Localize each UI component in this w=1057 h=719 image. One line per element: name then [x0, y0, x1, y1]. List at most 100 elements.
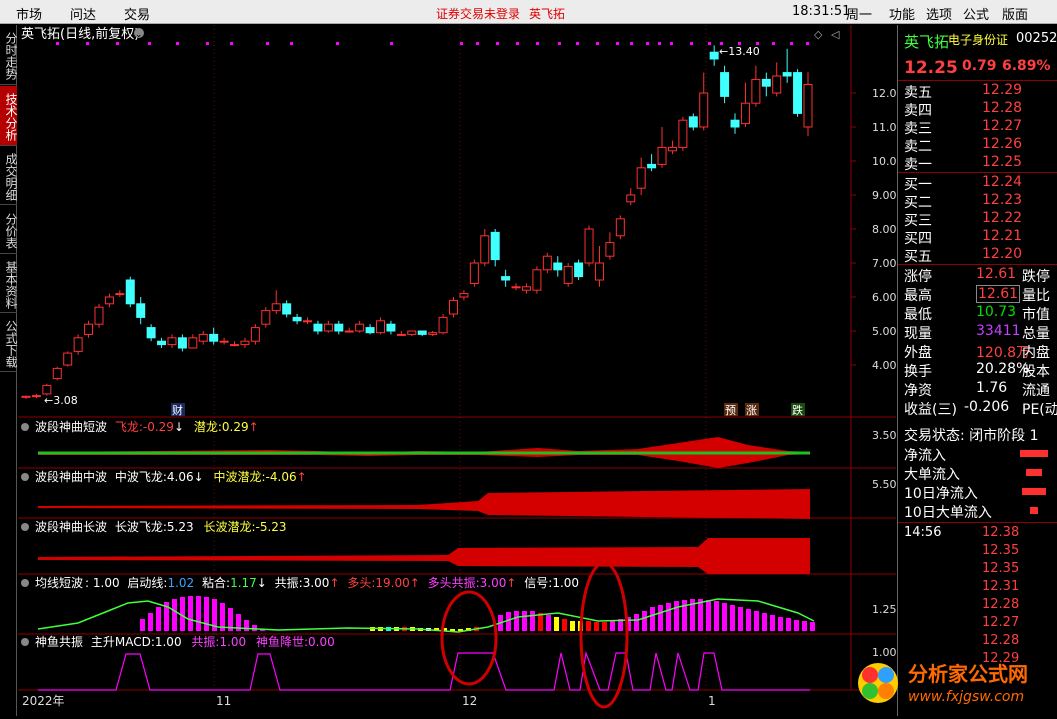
chart-area[interactable]: 英飞拓(日线,前复权) ⌄ ◇ ◁ 12.00 11.00 10.00 9.00 8.0…: [18, 25, 904, 716]
flow-row: 10日净流入: [898, 483, 1057, 502]
stock-name: 英飞拓: [904, 33, 950, 51]
signal-dot: [266, 42, 269, 45]
y-tick-label: 8.00: [872, 223, 896, 236]
clock-weekday: 周一: [846, 8, 873, 23]
menu-trade[interactable]: 交易: [124, 4, 150, 23]
quote-header: 英飞拓 电子身份证 00252: [898, 31, 1057, 53]
ma-bar: [754, 611, 759, 631]
signal-dot: [616, 42, 619, 45]
panel-long-wave-legend: 波段神曲长波 长波飞龙:5.23 长波潜龙:-5.23: [35, 519, 287, 534]
ma-bar: [244, 620, 249, 631]
signal-dot: [148, 42, 151, 45]
ma-bar: [738, 607, 743, 631]
tab-technical[interactable]: 技术分析: [0, 86, 18, 146]
menu-options[interactable]: 选项: [926, 4, 952, 23]
login-warning[interactable]: 证券交易未登录: [436, 5, 520, 22]
last-price: 12.25: [904, 58, 958, 78]
candle: [438, 314, 448, 335]
ma-bar: [188, 596, 193, 631]
y-tick-label: 4.00: [872, 359, 896, 372]
ma-bar: [642, 611, 647, 631]
ma-bar: [786, 618, 791, 631]
stat-row: 现量 33411 总量: [904, 323, 1050, 342]
menu-layout[interactable]: 版面: [1002, 4, 1028, 23]
y-tick-label: 5.00: [872, 325, 896, 338]
candle: [250, 324, 260, 345]
site-logo: 分析家公式网 www.fxjgsw.com: [850, 655, 1057, 711]
panel-short-wave-axis: 3.50: [872, 429, 896, 442]
ma-bar: [658, 605, 663, 631]
flow-bar: [1022, 488, 1046, 495]
menu-function[interactable]: 功能: [889, 4, 915, 23]
y-tick-label: 10.00: [872, 155, 896, 168]
ma-bar: [554, 617, 559, 631]
menu-bar: 市场 问达 交易 证券交易未登录 英飞拓 18:31:51 周一 功能 选项 公…: [0, 0, 1057, 24]
candle: [584, 225, 594, 267]
main-chart-title: 英飞拓(日线,前复权): [21, 26, 139, 42]
price-change: 0.79: [962, 58, 997, 74]
menu-formula[interactable]: 公式: [963, 4, 989, 23]
sidebar: 分时走势 技术分析 成交明细 分价表 基本资料 公式下载: [0, 25, 18, 716]
logo-url: www.fxjgsw.com: [908, 689, 1024, 705]
diamond-icon[interactable]: ◇: [814, 28, 823, 41]
marker-fall[interactable]: 跌: [792, 403, 803, 417]
stat-row: 最高 12.61 量比: [904, 285, 1050, 304]
ma-bar: [148, 613, 153, 631]
flow-row: 大单流入: [898, 464, 1057, 483]
y-tick-label: 6.00: [872, 291, 896, 304]
logo-title: 分析家公式网: [908, 662, 1028, 686]
tab-trade-detail[interactable]: 成交明细: [0, 147, 18, 205]
signal-dot: [56, 42, 59, 45]
menu-market[interactable]: 市场: [16, 4, 42, 23]
tick-row: 12.28: [982, 597, 1020, 612]
signal-dot: [658, 42, 661, 45]
tab-price-table[interactable]: 分价表: [0, 206, 18, 254]
ma-bar: [714, 601, 719, 631]
flow-bar: [1020, 450, 1048, 457]
candle: [532, 266, 542, 294]
ma-bar: [538, 613, 543, 631]
y-tick-label: 11.00: [872, 121, 896, 134]
signal-dot: [230, 42, 233, 45]
signal-dot: [772, 42, 775, 45]
ma-bar: [522, 611, 527, 631]
signal-dot: [496, 42, 499, 45]
price-change-pct: 6.89%: [1002, 58, 1051, 74]
candle: [125, 276, 135, 308]
tab-basic-info[interactable]: 基本资料: [0, 255, 18, 313]
ma-bar: [722, 603, 727, 631]
ma-bar: [802, 621, 807, 631]
panel-shenyu-legend: 神鱼共振 主升MACD:1.00 共振:1.00 神鱼降世:0.00: [35, 635, 335, 649]
flow-row: 净流入: [898, 445, 1057, 464]
marker-forecast[interactable]: 预: [725, 404, 736, 417]
candle: [793, 69, 803, 117]
signal-dot: [390, 42, 393, 45]
signal-dot: [670, 42, 673, 45]
y-tick-label: 7.00: [872, 257, 896, 270]
ma-bar: [770, 615, 775, 631]
signal-dot: [516, 42, 519, 45]
buy-level: 买五 12.20: [904, 246, 1023, 265]
svg-text:2022年: 2022年: [22, 694, 65, 708]
panel-ma-short-axis: 1.25: [872, 603, 896, 616]
signal-dot: [336, 42, 339, 45]
chart-svg[interactable]: 英飞拓(日线,前复权) ⌄ ◇ ◁ 12.00 11.00 10.00 9.00 8.0…: [18, 25, 904, 716]
ma-bar: [794, 620, 799, 631]
tab-intraday[interactable]: 分时走势: [0, 25, 18, 85]
ma-bar: [602, 622, 607, 631]
candle: [615, 215, 625, 240]
marker-finance[interactable]: 财: [172, 403, 183, 417]
marker-limit-up[interactable]: 涨: [746, 404, 757, 417]
menu-wenda[interactable]: 问达: [70, 4, 96, 23]
candle: [63, 351, 73, 367]
ma-bar: [810, 622, 815, 631]
ma-bar: [706, 600, 711, 631]
clock-time: 18:31:51: [792, 4, 851, 19]
tab-formula-download[interactable]: 公式下载: [0, 314, 18, 372]
ma-bar: [594, 622, 599, 631]
collapse-icon[interactable]: ◁: [831, 28, 840, 41]
ma-bar: [140, 619, 145, 631]
ma-bar: [586, 621, 591, 631]
stock-concept[interactable]: 电子身份证: [948, 31, 1008, 48]
panel-mid-wave-axis: 5.50: [872, 478, 896, 491]
